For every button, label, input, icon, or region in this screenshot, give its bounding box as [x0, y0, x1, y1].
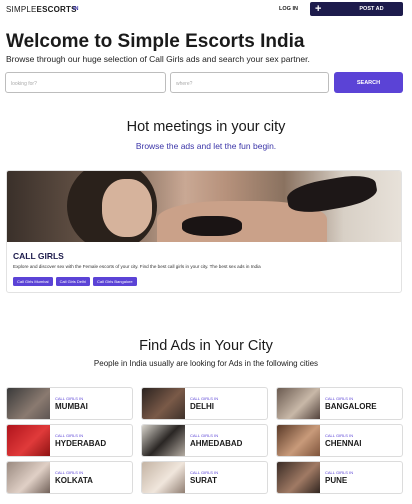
city-name: MUMBAI: [55, 402, 88, 411]
category-chips: Call Girls Mumbai Call Girls Delhi Call …: [13, 277, 137, 286]
city-card-chennai[interactable]: CALL GIRLS IN CHENNAI: [276, 424, 403, 457]
city-name: AHMEDABAD: [190, 439, 243, 448]
city-card-mumbai[interactable]: CALL GIRLS IN MUMBAI: [6, 387, 133, 420]
logo-part-1: SIMPLE: [6, 5, 37, 14]
page-title: Welcome to Simple Escorts India: [6, 31, 305, 52]
post-ad-label: POST AD: [359, 6, 384, 12]
city-card-pune[interactable]: CALL GIRLS IN PUNE: [276, 461, 403, 494]
find-ads-title: Find Ads in Your City: [139, 338, 273, 354]
meetings-title: Hot meetings in your city: [126, 119, 286, 135]
chip-delhi[interactable]: Call Girls Delhi: [55, 277, 91, 286]
city-photo: [7, 462, 50, 493]
call-girls-category-card[interactable]: CALL GIRLS Explore and discover sex with…: [6, 170, 402, 293]
chip-bangalore[interactable]: Call Girls Bangalore: [93, 277, 137, 286]
category-description: Explore and discover sex with the Female…: [13, 264, 261, 269]
city-label: CALL GIRLS IN: [190, 396, 219, 401]
city-label: CALL GIRLS IN: [325, 470, 354, 475]
hero-figure-leg: [285, 171, 379, 217]
city-name: KOLKATA: [55, 476, 93, 485]
city-label: CALL GIRLS IN: [325, 433, 354, 438]
chip-mumbai[interactable]: Call Girls Mumbai: [13, 277, 53, 286]
looking-for-input[interactable]: looking for?: [5, 72, 166, 93]
city-photo: [142, 388, 185, 419]
city-photo: [7, 425, 50, 456]
login-link[interactable]: LOG IN: [279, 6, 298, 12]
city-name: HYDERABAD: [55, 439, 107, 448]
city-card-delhi[interactable]: CALL GIRLS IN DELHI: [141, 387, 268, 420]
where-input[interactable]: where?: [170, 72, 329, 93]
city-photo: [7, 388, 50, 419]
city-label: CALL GIRLS IN: [55, 470, 84, 475]
city-photo: [277, 462, 320, 493]
city-card-bangalore[interactable]: CALL GIRLS IN BANGALORE: [276, 387, 403, 420]
city-card-kolkata[interactable]: CALL GIRLS IN KOLKATA: [6, 461, 133, 494]
city-name: BANGALORE: [325, 402, 377, 411]
city-name: SURAT: [190, 476, 217, 485]
city-label: CALL GIRLS IN: [190, 433, 219, 438]
category-title[interactable]: CALL GIRLS: [13, 251, 64, 261]
city-label: CALL GIRLS IN: [55, 396, 84, 401]
find-ads-subtitle: People in India usually are looking for …: [93, 359, 319, 368]
hero-figure-garment: [182, 216, 242, 236]
city-label: CALL GIRLS IN: [190, 470, 219, 475]
language-selector[interactable]: IN: [73, 6, 79, 12]
city-label: CALL GIRLS IN: [55, 433, 84, 438]
city-photo: [277, 388, 320, 419]
city-card-ahmedabad[interactable]: CALL GIRLS IN AHMEDABAD: [141, 424, 268, 457]
city-name: DELHI: [190, 402, 214, 411]
city-card-surat[interactable]: CALL GIRLS IN SURAT: [141, 461, 268, 494]
city-name: CHENNAI: [325, 439, 362, 448]
category-hero-image[interactable]: [7, 171, 401, 242]
city-photo: [142, 462, 185, 493]
meetings-subtitle: Browse the ads and let the fun begin.: [135, 141, 277, 151]
city-photo: [277, 425, 320, 456]
post-ad-button[interactable]: + POST AD: [310, 2, 403, 16]
top-bar: SIMPLEESCORTS IN LOG IN + POST AD: [0, 0, 412, 18]
hero-figure-face: [102, 179, 152, 237]
search-button[interactable]: SEARCH: [334, 72, 403, 93]
city-photo: [142, 425, 185, 456]
city-card-hyderabad[interactable]: CALL GIRLS IN HYDERABAD: [6, 424, 133, 457]
site-logo[interactable]: SIMPLEESCORTS: [6, 5, 77, 14]
page-subtitle: Browse through our huge selection of Cal…: [6, 54, 310, 64]
city-label: CALL GIRLS IN: [325, 396, 354, 401]
city-name: PUNE: [325, 476, 348, 485]
logo-part-2: ESCORTS: [36, 5, 77, 14]
